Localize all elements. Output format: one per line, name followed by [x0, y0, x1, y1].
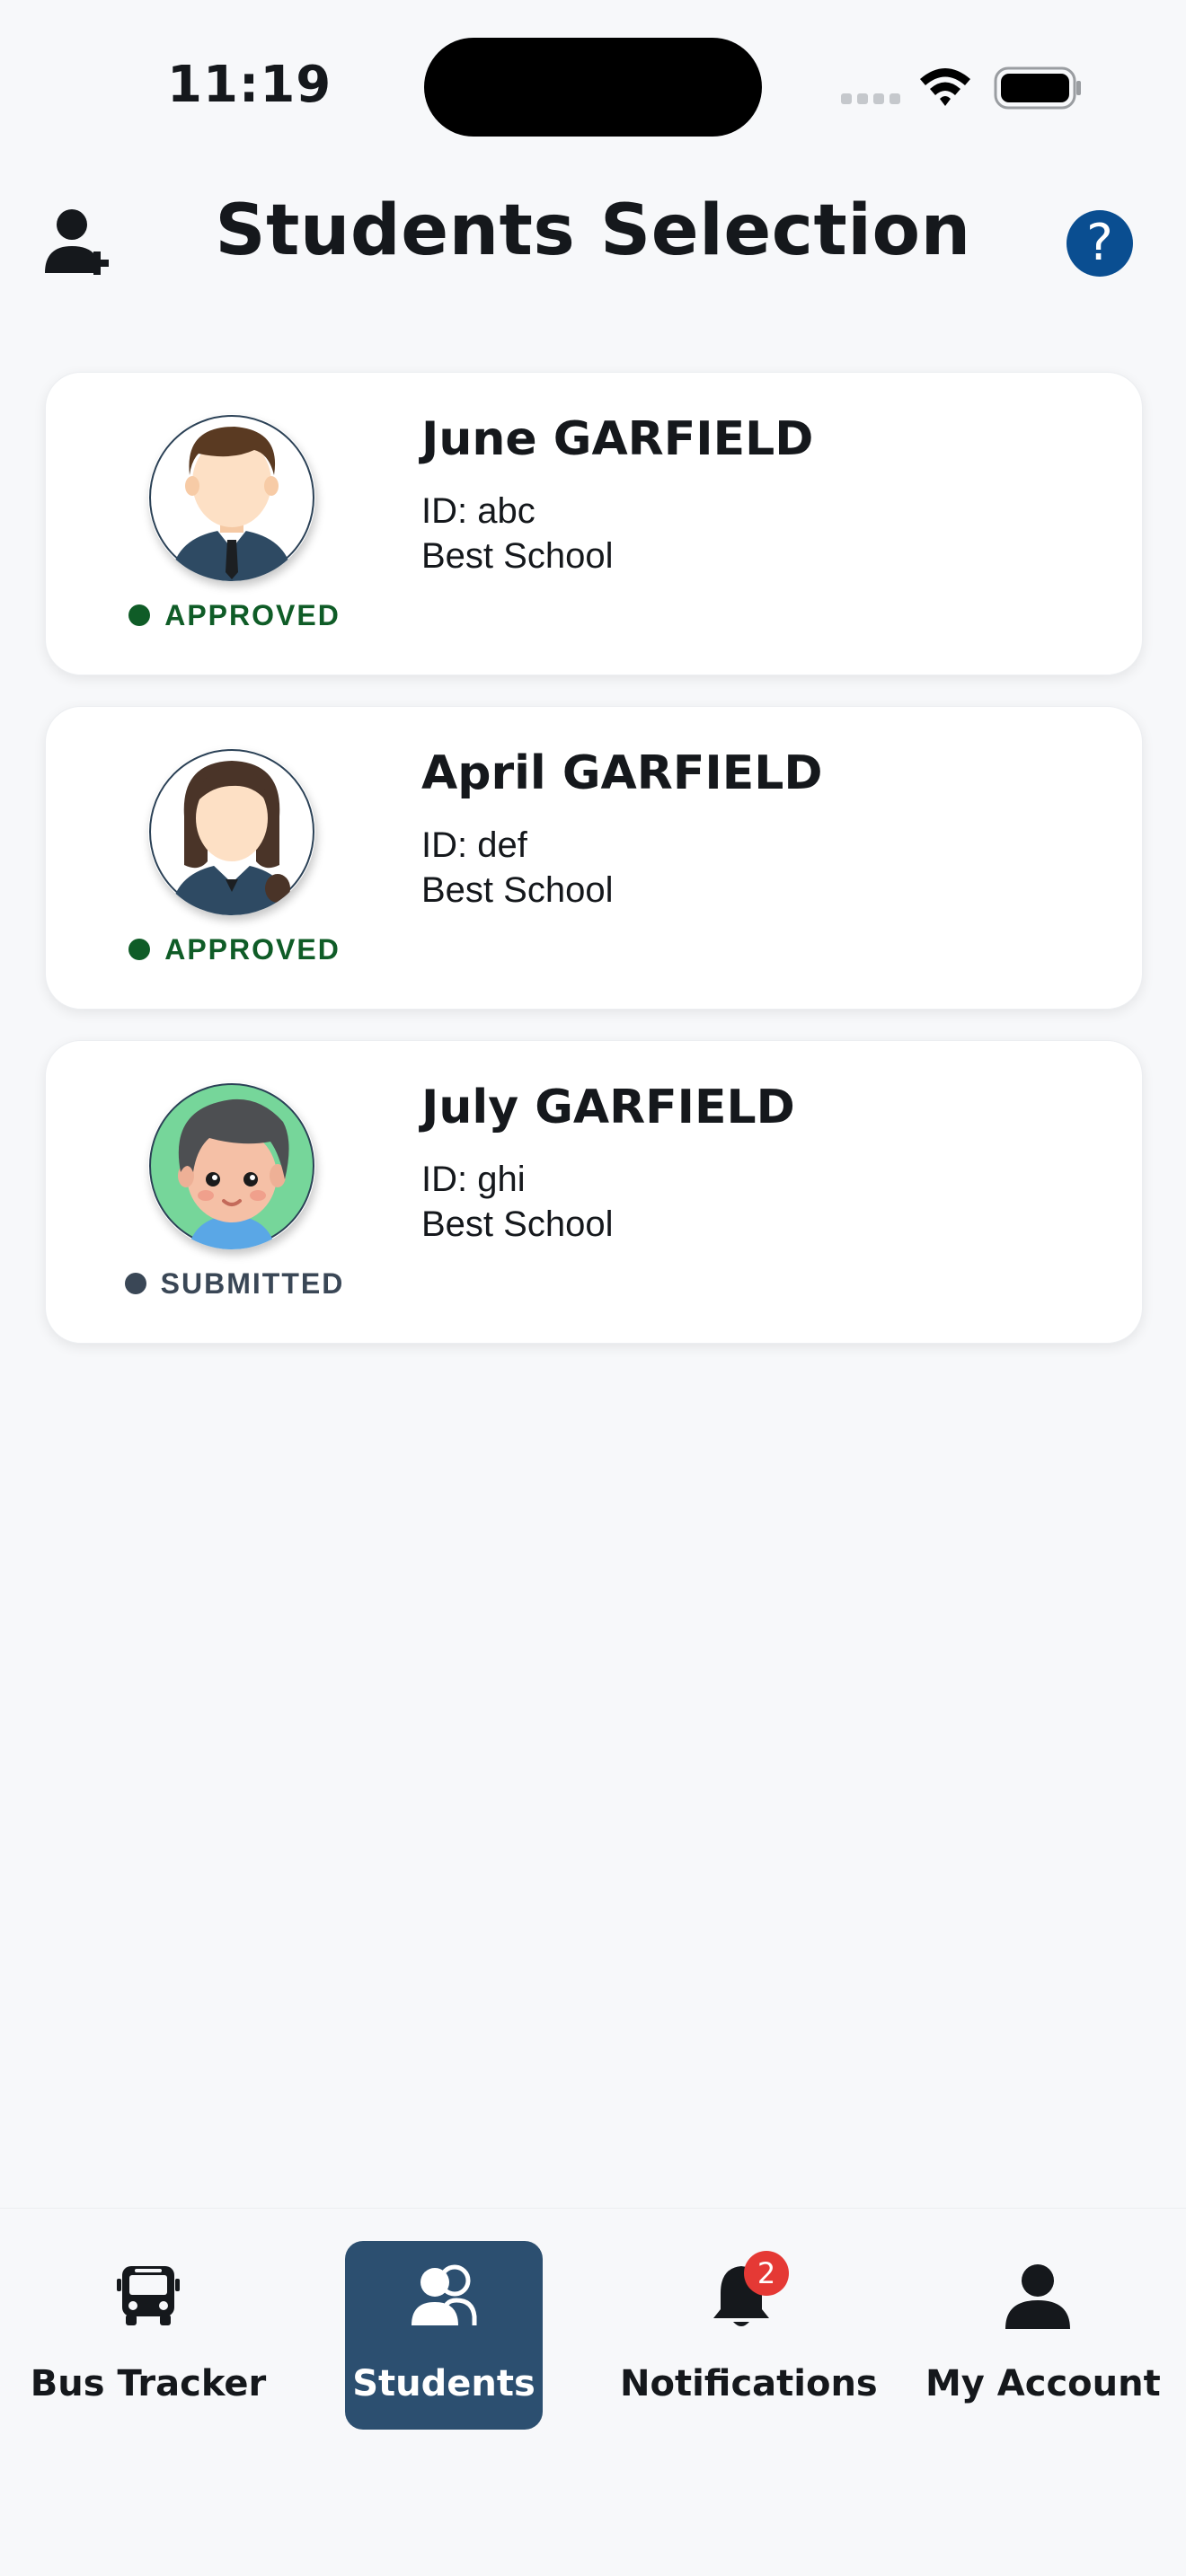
nav-label: Students — [352, 2363, 535, 2404]
nav-my-account[interactable]: My Account — [925, 2241, 1161, 2430]
student-id: ID: ghi — [421, 1160, 526, 1199]
dynamic-island — [424, 38, 762, 137]
student-card[interactable]: APPROVED April GARFIELD ID: def Best Sch… — [45, 706, 1143, 1010]
cellular-signal-icon — [841, 93, 900, 104]
nav-notifications[interactable]: Notifications — [620, 2241, 878, 2430]
avatar — [148, 748, 315, 915]
student-school: Best School — [421, 1204, 614, 1244]
student-school: Best School — [421, 536, 614, 576]
battery-icon — [994, 66, 1081, 110]
screen: 11:19 Students Selection ? APPROVED June… — [0, 0, 1186, 2576]
status-label: APPROVED — [164, 599, 341, 631]
student-name: April GARFIELD — [421, 746, 823, 800]
student-name: June GARFIELD — [421, 412, 814, 466]
status-dot — [124, 1272, 146, 1294]
avatar — [148, 414, 315, 581]
status-time: 11:19 — [167, 56, 332, 114]
status-label: APPROVED — [164, 933, 341, 966]
account-icon — [1005, 2264, 1070, 2329]
status-badge: APPROVED — [100, 933, 369, 966]
students-icon — [412, 2264, 477, 2325]
notification-badge: 2 — [744, 2251, 789, 2296]
status-icons — [839, 63, 1082, 113]
nav-bus-tracker[interactable]: Bus Tracker — [18, 2241, 279, 2430]
student-card[interactable]: APPROVED June GARFIELD ID: abc Best Scho… — [45, 372, 1143, 675]
student-id: ID: def — [421, 825, 527, 865]
status-badge: SUBMITTED — [100, 1267, 369, 1301]
bus-icon — [117, 2266, 180, 2325]
avatar — [148, 1082, 315, 1249]
student-card[interactable]: SUBMITTED July GARFIELD ID: ghi Best Sch… — [45, 1040, 1143, 1344]
status-dot — [128, 938, 151, 960]
nav-label: Bus Tracker — [30, 2363, 267, 2404]
nav-label: Notifications — [620, 2363, 878, 2404]
student-id: ID: abc — [421, 491, 535, 531]
student-name: July GARFIELD — [421, 1081, 795, 1134]
page-title: Students Selection — [215, 190, 971, 271]
wifi-icon — [920, 68, 970, 106]
help-button[interactable]: ? — [1067, 210, 1133, 277]
nav-label: My Account — [925, 2363, 1161, 2404]
student-school: Best School — [421, 870, 614, 910]
status-dot — [128, 604, 151, 626]
status-badge: APPROVED — [100, 599, 369, 632]
bottom-nav: Bus Tracker Students Notifications My Ac… — [0, 2208, 1186, 2576]
nav-students[interactable]: Students — [345, 2241, 543, 2430]
status-label: SUBMITTED — [160, 1267, 345, 1300]
